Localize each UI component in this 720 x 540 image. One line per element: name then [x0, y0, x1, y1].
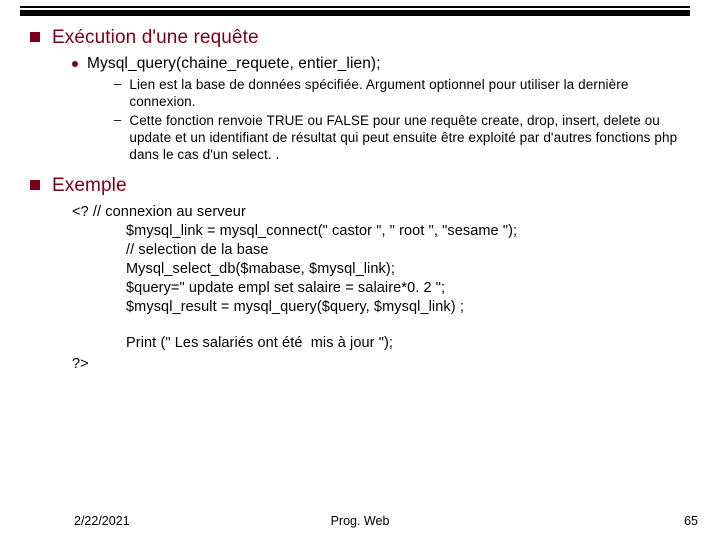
- section-heading-row: Exécution d'une requête: [30, 26, 695, 50]
- square-bullet-icon: [30, 32, 40, 42]
- divider-line-thick: [20, 10, 690, 16]
- subitem-row: Mysql_query(chaine_requete, entier_lien)…: [72, 54, 695, 74]
- footer-page-number: 65: [684, 514, 698, 528]
- code-line: $mysql_result = mysql_query($query, $mys…: [126, 298, 695, 317]
- code-line: // connexion au serveur: [93, 204, 246, 220]
- code-open-line: <? // connexion au serveur: [72, 203, 695, 222]
- square-bullet-icon: [30, 180, 40, 190]
- dash-bullet-icon: –: [114, 112, 121, 164]
- divider-line-thin: [20, 6, 690, 8]
- code-close: ?>: [72, 355, 695, 374]
- detail-row: – Cette fonction renvoie TRUE ou FALSE p…: [114, 112, 695, 164]
- code-line: Mysql_select_db($mabase, $mysql_link);: [126, 260, 695, 279]
- code-print-line: Print (" Les salariés ont été mis à jour…: [126, 334, 695, 353]
- code-line: $mysql_link = mysql_connect(" castor ", …: [126, 222, 695, 241]
- round-bullet-icon: [72, 61, 78, 67]
- code-open: <?: [72, 204, 89, 220]
- section-heading: Exécution d'une requête: [52, 26, 259, 50]
- footer: 2/22/2021 Prog. Web 65: [0, 514, 720, 528]
- dash-bullet-icon: –: [114, 76, 121, 111]
- slide-content: Exécution d'une requête Mysql_query(chai…: [30, 26, 695, 373]
- slide: Exécution d'une requête Mysql_query(chai…: [0, 0, 720, 540]
- section-heading-row: Exemple: [30, 174, 695, 198]
- code-block: <? // connexion au serveur $mysql_link =…: [72, 203, 695, 353]
- code-line: // selection de la base: [126, 241, 695, 260]
- subitem-text: Mysql_query(chaine_requete, entier_lien)…: [87, 54, 381, 74]
- detail-text: Cette fonction renvoie TRUE ou FALSE pou…: [129, 112, 685, 164]
- code-line: $query=" update empl set salaire = salai…: [126, 279, 695, 298]
- section-heading: Exemple: [52, 174, 127, 198]
- detail-row: – Lien est la base de données spécifiée.…: [114, 76, 695, 111]
- detail-text: Lien est la base de données spécifiée. A…: [129, 76, 685, 111]
- footer-date: 2/22/2021: [74, 514, 130, 528]
